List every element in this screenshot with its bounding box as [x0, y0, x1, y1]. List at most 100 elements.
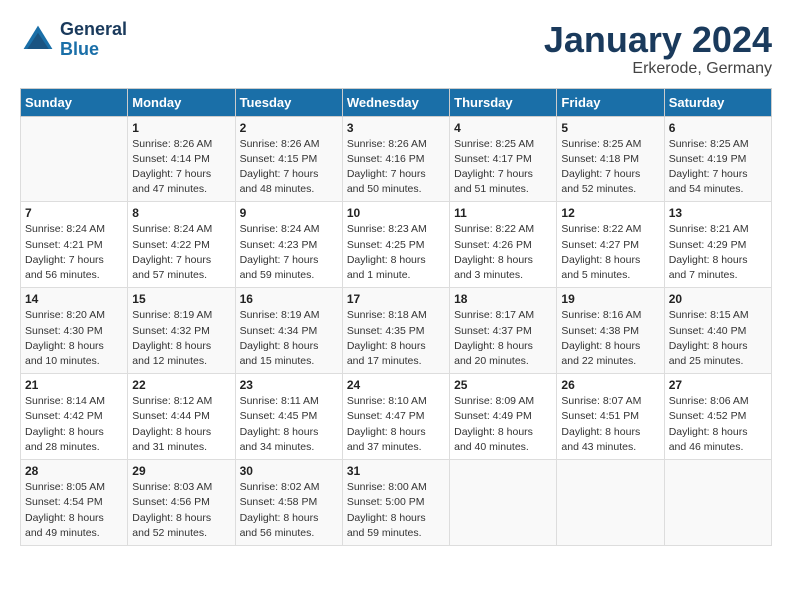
- day-number: 8: [132, 206, 230, 220]
- day-number: 18: [454, 292, 552, 306]
- day-cell: 9Sunrise: 8:24 AMSunset: 4:23 PMDaylight…: [235, 202, 342, 288]
- day-number: 19: [561, 292, 659, 306]
- day-number: 4: [454, 121, 552, 135]
- day-number: 22: [132, 378, 230, 392]
- day-number: 1: [132, 121, 230, 135]
- day-cell: 13Sunrise: 8:21 AMSunset: 4:29 PMDayligh…: [664, 202, 771, 288]
- day-number: 11: [454, 206, 552, 220]
- day-info: Sunrise: 8:00 AMSunset: 5:00 PMDaylight:…: [347, 480, 445, 541]
- day-cell: 31Sunrise: 8:00 AMSunset: 5:00 PMDayligh…: [342, 460, 449, 546]
- day-cell: 19 Sunrise: 8:16 AMSunset: 4:38 PMDayligh…: [557, 288, 664, 374]
- day-cell: [450, 460, 557, 546]
- header-saturday: Saturday: [664, 88, 771, 116]
- day-cell: [664, 460, 771, 546]
- day-cell: 20Sunrise: 8:15 AMSunset: 4:40 PMDayligh…: [664, 288, 771, 374]
- header-tuesday: Tuesday: [235, 88, 342, 116]
- day-cell: 21 Sunrise: 8:14 AMSunset: 4:42 PMDayligh…: [21, 374, 128, 460]
- logo-blue: Blue: [60, 40, 127, 60]
- day-number: 26: [561, 378, 659, 392]
- day-info: Sunrise: 8:05 AMSunset: 4:54 PMDaylight:…: [25, 480, 123, 541]
- day-cell: 17Sunrise: 8:18 AMSunset: 4:35 PMDayligh…: [342, 288, 449, 374]
- day-cell: 15 Sunrise: 8:19 AMSunset: 4:32 PMDayligh…: [128, 288, 235, 374]
- day-cell: 4 Sunrise: 8:25 AMSunset: 4:17 PMDaylight…: [450, 116, 557, 202]
- day-info: Sunrise: 8:24 AMSunset: 4:22 PMDaylight:…: [132, 222, 230, 283]
- day-info: Sunrise: 8:20 AMSunset: 4:30 PMDaylight:…: [25, 308, 123, 369]
- day-number: 5: [561, 121, 659, 135]
- day-number: 25: [454, 378, 552, 392]
- day-cell: 6 Sunrise: 8:25 AMSunset: 4:19 PMDaylight…: [664, 116, 771, 202]
- day-cell: 26Sunrise: 8:07 AMSunset: 4:51 PMDayligh…: [557, 374, 664, 460]
- day-number: 16: [240, 292, 338, 306]
- day-number: 12: [561, 206, 659, 220]
- day-number: 2: [240, 121, 338, 135]
- calendar-subtitle: Erkerode, Germany: [544, 60, 772, 78]
- day-cell: [557, 460, 664, 546]
- day-number: 20: [669, 292, 767, 306]
- day-cell: 23 Sunrise: 8:11 AMSunset: 4:45 PMDayligh…: [235, 374, 342, 460]
- day-info: Sunrise: 8:14 AMSunset: 4:42 PMDaylight:…: [25, 394, 123, 455]
- header-sunday: Sunday: [21, 88, 128, 116]
- day-cell: 14 Sunrise: 8:20 AMSunset: 4:30 PMDayligh…: [21, 288, 128, 374]
- day-info: Sunrise: 8:11 AMSunset: 4:45 PMDaylight:…: [240, 394, 338, 455]
- day-info: Sunrise: 8:21 AMSunset: 4:29 PMDaylight:…: [669, 222, 767, 283]
- day-cell: 5Sunrise: 8:25 AMSunset: 4:18 PMDaylight…: [557, 116, 664, 202]
- day-info: Sunrise: 8:17 AMSunset: 4:37 PMDaylight:…: [454, 308, 552, 369]
- day-number: 23: [240, 378, 338, 392]
- header-thursday: Thursday: [450, 88, 557, 116]
- day-cell: 24Sunrise: 8:10 AMSunset: 4:47 PMDayligh…: [342, 374, 449, 460]
- day-info: Sunrise: 8:25 AMSunset: 4:19 PMDaylight:…: [669, 137, 767, 198]
- day-cell: 28 Sunrise: 8:05 AMSunset: 4:54 PMDayligh…: [21, 460, 128, 546]
- day-info: Sunrise: 8:19 AMSunset: 4:32 PMDaylight:…: [132, 308, 230, 369]
- header-monday: Monday: [128, 88, 235, 116]
- day-info: Sunrise: 8:12 AMSunset: 4:44 PMDaylight:…: [132, 394, 230, 455]
- day-cell: [21, 116, 128, 202]
- day-cell: 1Sunrise: 8:26 AMSunset: 4:14 PMDaylight…: [128, 116, 235, 202]
- day-number: 29: [132, 464, 230, 478]
- day-number: 6: [669, 121, 767, 135]
- day-cell: 2 Sunrise: 8:26 AMSunset: 4:15 PMDaylight…: [235, 116, 342, 202]
- logo-icon: [20, 22, 56, 58]
- calendar-table: SundayMondayTuesdayWednesdayThursdayFrid…: [20, 88, 772, 546]
- day-cell: 27 Sunrise: 8:06 AMSunset: 4:52 PMDayligh…: [664, 374, 771, 460]
- day-info: Sunrise: 8:06 AMSunset: 4:52 PMDaylight:…: [669, 394, 767, 455]
- day-cell: 30 Sunrise: 8:02 AMSunset: 4:58 PMDayligh…: [235, 460, 342, 546]
- header-friday: Friday: [557, 88, 664, 116]
- week-row-1: 1Sunrise: 8:26 AMSunset: 4:14 PMDaylight…: [21, 116, 772, 202]
- week-row-3: 14 Sunrise: 8:20 AMSunset: 4:30 PMDayligh…: [21, 288, 772, 374]
- title-block: January 2024 Erkerode, Germany: [544, 20, 772, 78]
- day-cell: 29 Sunrise: 8:03 AMSunset: 4:56 PMDayligh…: [128, 460, 235, 546]
- day-info: Sunrise: 8:03 AMSunset: 4:56 PMDaylight:…: [132, 480, 230, 541]
- day-info: Sunrise: 8:26 AMSunset: 4:15 PMDaylight:…: [240, 137, 338, 198]
- day-info: Sunrise: 8:09 AMSunset: 4:49 PMDaylight:…: [454, 394, 552, 455]
- logo-general: General: [60, 20, 127, 40]
- day-info: Sunrise: 8:19 AMSunset: 4:34 PMDaylight:…: [240, 308, 338, 369]
- day-info: Sunrise: 8:24 AMSunset: 4:21 PMDaylight:…: [25, 222, 123, 283]
- day-number: 7: [25, 206, 123, 220]
- day-number: 27: [669, 378, 767, 392]
- day-number: 15: [132, 292, 230, 306]
- day-number: 21: [25, 378, 123, 392]
- day-number: 28: [25, 464, 123, 478]
- day-info: Sunrise: 8:22 AMSunset: 4:27 PMDaylight:…: [561, 222, 659, 283]
- day-number: 24: [347, 378, 445, 392]
- day-number: 9: [240, 206, 338, 220]
- day-info: Sunrise: 8:23 AMSunset: 4:25 PMDaylight:…: [347, 222, 445, 283]
- calendar-title: January 2024: [544, 20, 772, 60]
- day-cell: 11 Sunrise: 8:22 AMSunset: 4:26 PMDayligh…: [450, 202, 557, 288]
- day-number: 30: [240, 464, 338, 478]
- day-cell: 16 Sunrise: 8:19 AMSunset: 4:34 PMDayligh…: [235, 288, 342, 374]
- week-row-2: 7 Sunrise: 8:24 AMSunset: 4:21 PMDaylight…: [21, 202, 772, 288]
- day-cell: 3Sunrise: 8:26 AMSunset: 4:16 PMDaylight…: [342, 116, 449, 202]
- logo: General Blue: [20, 20, 127, 60]
- day-number: 17: [347, 292, 445, 306]
- day-info: Sunrise: 8:22 AMSunset: 4:26 PMDaylight:…: [454, 222, 552, 283]
- day-info: Sunrise: 8:25 AMSunset: 4:17 PMDaylight:…: [454, 137, 552, 198]
- day-info: Sunrise: 8:02 AMSunset: 4:58 PMDaylight:…: [240, 480, 338, 541]
- day-info: Sunrise: 8:16 AMSunset: 4:38 PMDaylight:…: [561, 308, 659, 369]
- day-cell: 12 Sunrise: 8:22 AMSunset: 4:27 PMDayligh…: [557, 202, 664, 288]
- day-cell: 10Sunrise: 8:23 AMSunset: 4:25 PMDayligh…: [342, 202, 449, 288]
- calendar-header-row: SundayMondayTuesdayWednesdayThursdayFrid…: [21, 88, 772, 116]
- day-number: 14: [25, 292, 123, 306]
- day-cell: 25 Sunrise: 8:09 AMSunset: 4:49 PMDayligh…: [450, 374, 557, 460]
- week-row-5: 28 Sunrise: 8:05 AMSunset: 4:54 PMDayligh…: [21, 460, 772, 546]
